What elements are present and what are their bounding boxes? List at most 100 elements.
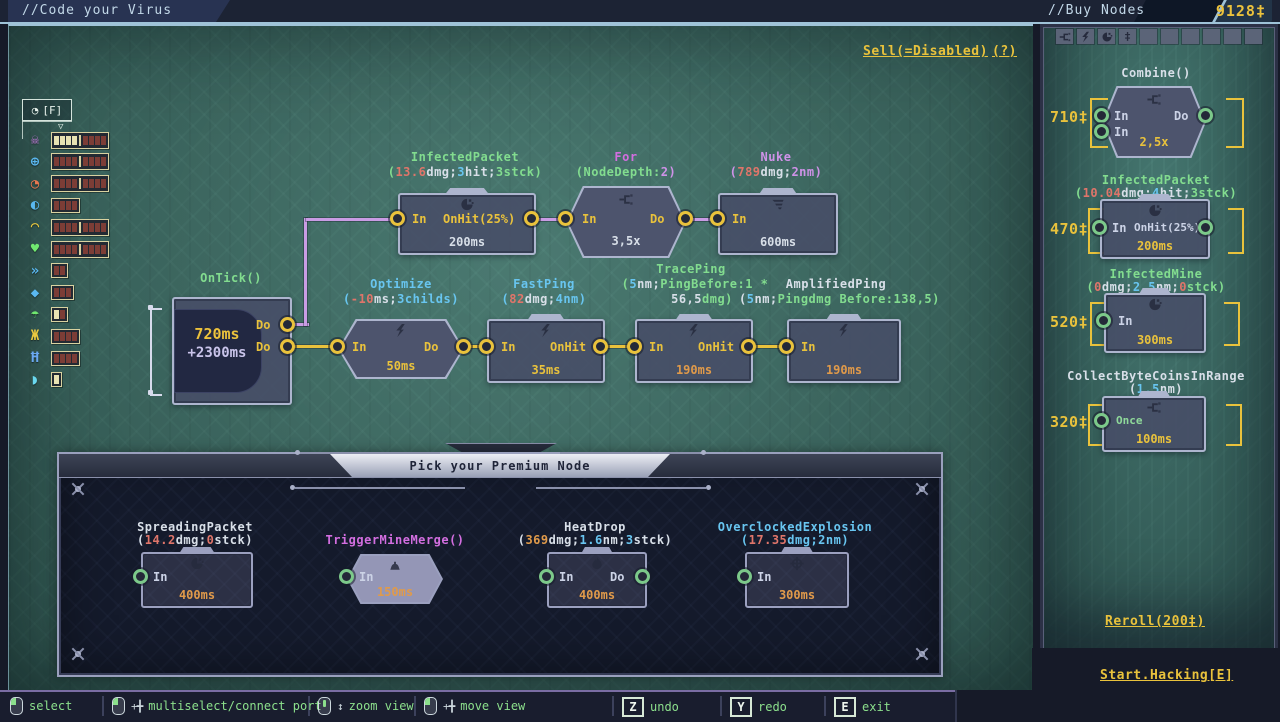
port-ontick-do2[interactable] <box>280 339 295 354</box>
toolbar-item-select: select <box>10 697 72 715</box>
port-traceping-in[interactable] <box>627 339 642 354</box>
port-heatdrop-do[interactable] <box>635 569 650 584</box>
port-combine-do[interactable] <box>1198 108 1213 123</box>
port-combine-in1[interactable] <box>1094 108 1109 123</box>
port-optimize-in[interactable] <box>330 339 345 354</box>
help-link[interactable]: (?) <box>992 44 1017 59</box>
bar-segment <box>54 245 59 254</box>
port-collectbytecoins-once[interactable] <box>1094 413 1109 428</box>
bolt-icon <box>837 323 852 338</box>
slot-empty[interactable] <box>1224 29 1241 44</box>
slot-branch[interactable] <box>1056 29 1073 44</box>
slot-dagger[interactable]: ‡ <box>1119 29 1136 44</box>
price-bracket-decor <box>1226 98 1244 148</box>
port-fastping-in[interactable] <box>479 339 494 354</box>
port-combine-in2[interactable] <box>1094 124 1109 139</box>
port-for-do[interactable] <box>678 211 693 226</box>
stat-bar <box>51 219 109 236</box>
port-nuke-in[interactable] <box>710 211 725 226</box>
port-overclockedexplosion-in[interactable] <box>737 569 752 584</box>
port-label-optimize-do: Do <box>424 340 438 354</box>
port-shop-infectedpacket-onhit[interactable] <box>1198 220 1213 235</box>
node-ontick[interactable]: 720ms +2300ms <box>172 297 292 405</box>
dialog-title: Pick your Premium Node <box>330 454 670 477</box>
port-for-in[interactable] <box>558 211 573 226</box>
toolbar-separator <box>612 696 614 716</box>
premium-title-overclockedexplosion: OverclockedExplosion <box>685 520 905 534</box>
stat-row: Ж <box>26 327 80 345</box>
port-label-infectedpacket-in: In <box>412 212 426 226</box>
port-infectedpacket-onhit[interactable] <box>524 211 539 226</box>
node-subtitle-infectedpacket: (13.6dmg;3hit;3stck) <box>378 165 552 179</box>
bar-segment <box>83 245 88 254</box>
port-label-traceping-in: In <box>649 340 663 354</box>
sell-link[interactable]: Sell(=Disabled) <box>863 44 988 59</box>
stat-row: ◗ <box>26 371 62 389</box>
slot-empty[interactable] <box>1245 29 1262 44</box>
port-heatdrop-in[interactable] <box>539 569 554 584</box>
port-ontick-do1[interactable] <box>280 317 295 332</box>
branch-icon <box>1059 31 1071 43</box>
pacman-icon <box>1101 31 1113 43</box>
port-amplifiedping-in[interactable] <box>779 339 794 354</box>
toolbar-label: move view <box>460 699 525 713</box>
node-title-ontick: OnTick() <box>172 271 290 285</box>
dialog-line-decor <box>536 487 706 489</box>
bar-segment <box>95 223 100 232</box>
slot-empty[interactable] <box>1140 29 1157 44</box>
stat-row: ☂ <box>26 305 68 323</box>
port-shop-infectedpacket-in[interactable] <box>1092 220 1107 235</box>
stat-bar <box>51 263 68 278</box>
pacman-icon <box>460 197 475 212</box>
tornado-icon <box>771 197 786 212</box>
toolbar-label: redo <box>758 700 787 714</box>
port-label-optimize-in: In <box>352 340 366 354</box>
bar-segment <box>89 245 94 254</box>
node-title-optimize: Optimize <box>338 277 464 291</box>
node-cooldown: 50ms <box>338 359 464 373</box>
slot-empty[interactable] <box>1161 29 1178 44</box>
port-label-ontick-do2: Do <box>256 340 270 354</box>
node-subtitle-fastping: (82dmg;4nm) <box>477 292 611 306</box>
chevrons-icon: » <box>26 263 44 279</box>
start-zone <box>1032 648 1280 720</box>
start-hacking-link[interactable]: Start.Hacking[E] <box>1100 668 1233 683</box>
umbrella-icon: ☂ <box>26 306 44 322</box>
slot-empty[interactable] <box>1182 29 1199 44</box>
keycap-Z: Z <box>622 697 644 717</box>
slot-bolt[interactable] <box>1077 29 1094 44</box>
port-infectedmine-in[interactable] <box>1096 313 1111 328</box>
ontick-dot-decor <box>148 305 153 310</box>
port-fastping-onhit[interactable] <box>593 339 608 354</box>
bar-segment <box>72 136 77 145</box>
slot-pacman[interactable] <box>1098 29 1115 44</box>
reroll-link[interactable]: Reroll(200‡) <box>1105 614 1205 629</box>
bolt-icon <box>394 323 409 338</box>
shop-price-collectbytecoins: 320‡ <box>1050 413 1088 431</box>
spider-icon: Ж <box>26 328 44 344</box>
port-infectedpacket-in[interactable] <box>390 211 405 226</box>
bar-segment <box>101 136 106 145</box>
port-optimize-do[interactable] <box>456 339 471 354</box>
port-triggerminemerge-in[interactable] <box>339 569 354 584</box>
bar-segment <box>83 136 88 145</box>
slot-empty[interactable] <box>1203 29 1220 44</box>
branch-icon <box>1147 92 1162 107</box>
bar-segment <box>54 332 59 341</box>
currency-balance: 9128‡ <box>1216 2 1266 20</box>
target-icon: ⊕ <box>26 154 44 170</box>
toolbar-label: select <box>29 699 72 713</box>
port-traceping-onhit[interactable] <box>741 339 756 354</box>
bar-segment <box>66 288 71 297</box>
stat-bar <box>51 285 74 300</box>
shop-price-infectedpacket: 470‡ <box>1050 220 1088 238</box>
bar-segment <box>60 201 65 210</box>
mouse-cross-icon <box>424 697 437 715</box>
toolbar-item-undo: Zundo <box>622 697 679 717</box>
bar-segment <box>72 223 77 232</box>
dialog-corner-x-decor <box>914 646 930 662</box>
price-bracket-decor <box>1224 302 1240 346</box>
overclock-gauge-widget[interactable]: ◔ [F] <box>22 99 72 121</box>
port-spreadingpacket-in[interactable] <box>133 569 148 584</box>
keycap-Y: Y <box>730 697 752 717</box>
